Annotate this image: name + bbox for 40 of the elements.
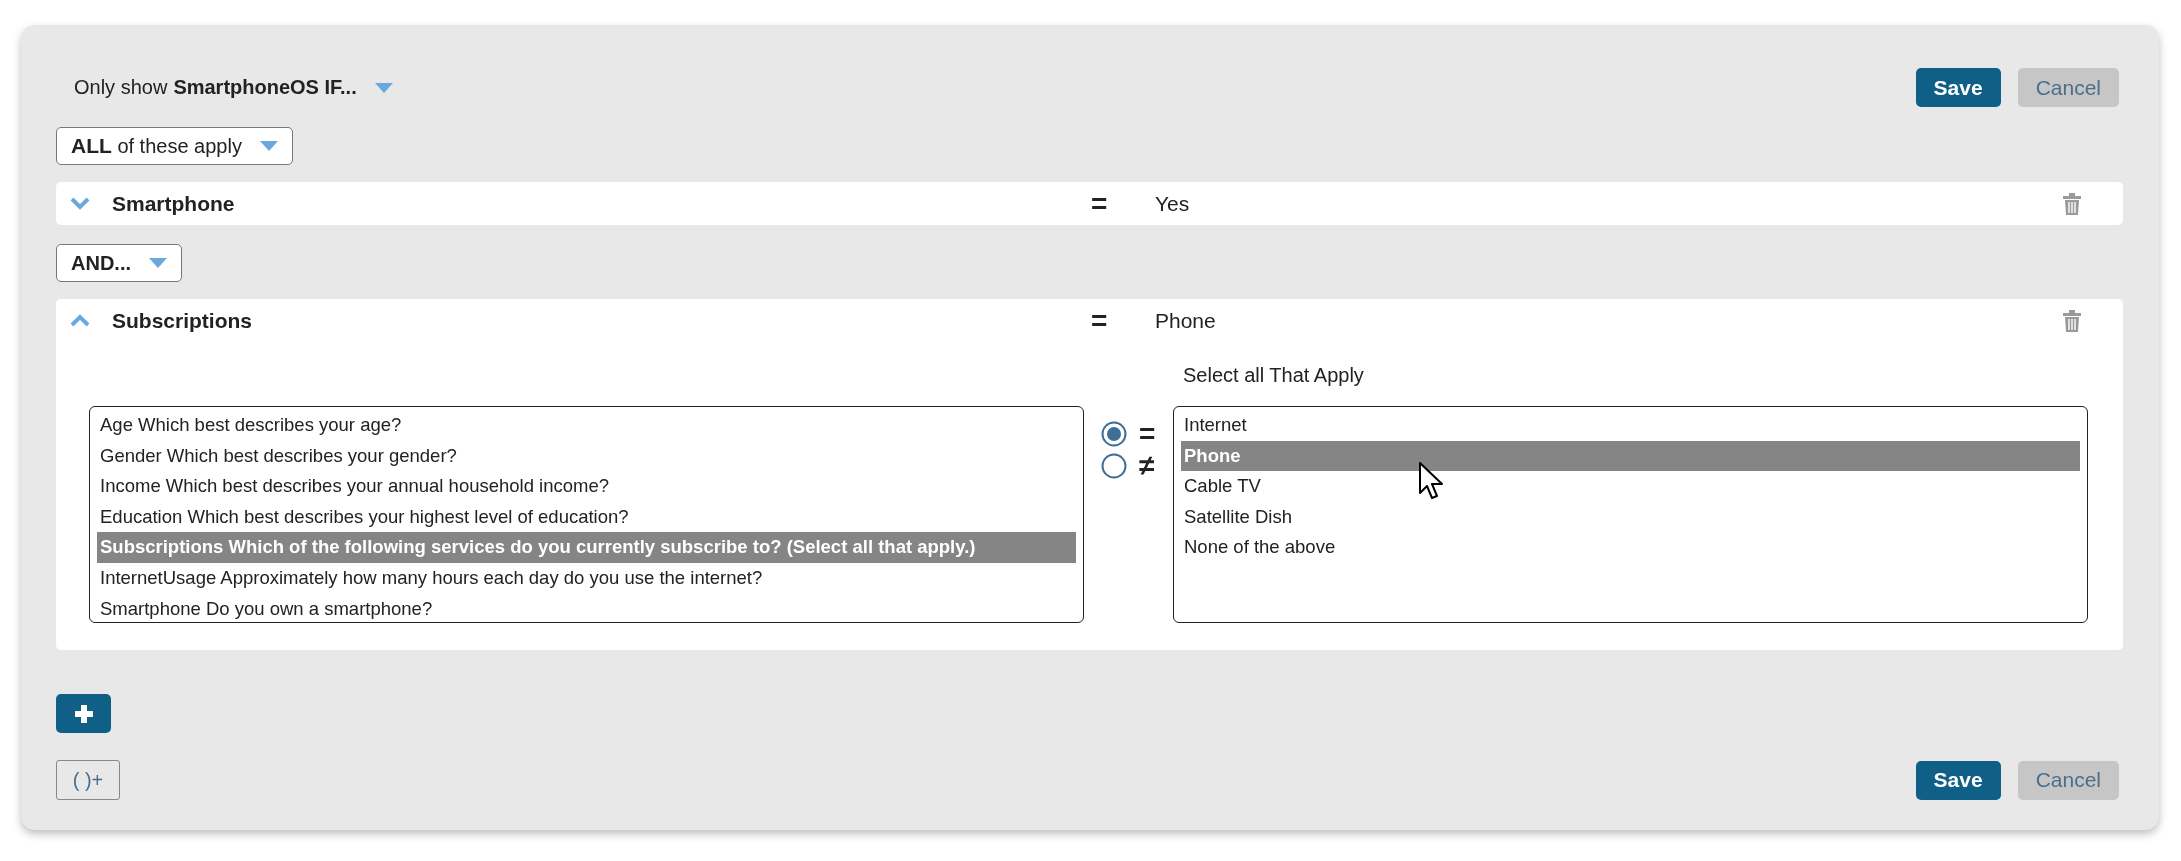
option-item[interactable]: Cable TV bbox=[1181, 471, 2080, 502]
add-condition-button[interactable] bbox=[56, 694, 111, 733]
trash-icon[interactable] bbox=[2063, 309, 2081, 332]
operator-symbol: ≠ bbox=[1139, 450, 1155, 482]
option-item[interactable]: Satellite Dish bbox=[1181, 501, 2080, 533]
chevron-down-icon[interactable] bbox=[70, 197, 90, 210]
caret-icon[interactable] bbox=[374, 82, 393, 93]
plus-icon bbox=[74, 704, 93, 723]
question-item[interactable]: Subscriptions Which of the following services do you currently subscribe to? (Select all that apply.) bbox=[97, 532, 1076, 563]
condition-operator: = bbox=[1091, 304, 1109, 337]
option-item[interactable]: Internet bbox=[1181, 410, 2080, 441]
match-dropdown[interactable]: ALL of these apply bbox=[56, 127, 293, 165]
question-item[interactable]: Gender Which best describes your gender? bbox=[97, 440, 1076, 472]
condition-answer: Yes bbox=[1155, 191, 1191, 216]
option-item[interactable]: Phone bbox=[1181, 440, 2080, 472]
radio-button[interactable] bbox=[1101, 453, 1127, 479]
operator-symbol: = bbox=[1139, 418, 1156, 450]
trash-icon[interactable] bbox=[2063, 192, 2081, 215]
caret-icon bbox=[259, 141, 278, 151]
caret-icon bbox=[149, 258, 167, 268]
action-button[interactable]: Save bbox=[1915, 760, 2001, 800]
chevron-up-icon[interactable] bbox=[70, 314, 90, 327]
condition-question: Subscriptions bbox=[112, 308, 254, 333]
question-item[interactable]: InternetUsage Approximately how many hours each day do you use the internet? bbox=[97, 562, 1076, 594]
condition-answer: Phone bbox=[1155, 308, 1217, 333]
question-item[interactable]: Income Which best describes your annual household income? bbox=[97, 471, 1076, 502]
action-button[interactable]: Save bbox=[1915, 68, 2001, 107]
connector-dropdown[interactable]: AND... bbox=[56, 244, 182, 282]
question-item[interactable]: Education Which best describes your highest level of education? bbox=[97, 501, 1076, 533]
condition-operator: = bbox=[1091, 187, 1109, 220]
filter-target: SmartphoneOS IF... bbox=[173, 76, 357, 99]
add-group-button[interactable]: ( )+ bbox=[56, 760, 120, 800]
condition-question: Smartphone bbox=[112, 191, 236, 216]
radio-button[interactable] bbox=[1101, 421, 1127, 447]
question-item[interactable]: Smartphone Do you own a smartphone? bbox=[97, 593, 1076, 625]
cursor-icon bbox=[1419, 462, 1445, 502]
filter-prefix: Only show bbox=[74, 76, 168, 99]
question-item[interactable]: Age Which best describes your age? bbox=[97, 410, 1076, 441]
options-label: Select all That Apply bbox=[1183, 363, 1364, 387]
option-item[interactable]: None of the above bbox=[1181, 532, 2080, 563]
